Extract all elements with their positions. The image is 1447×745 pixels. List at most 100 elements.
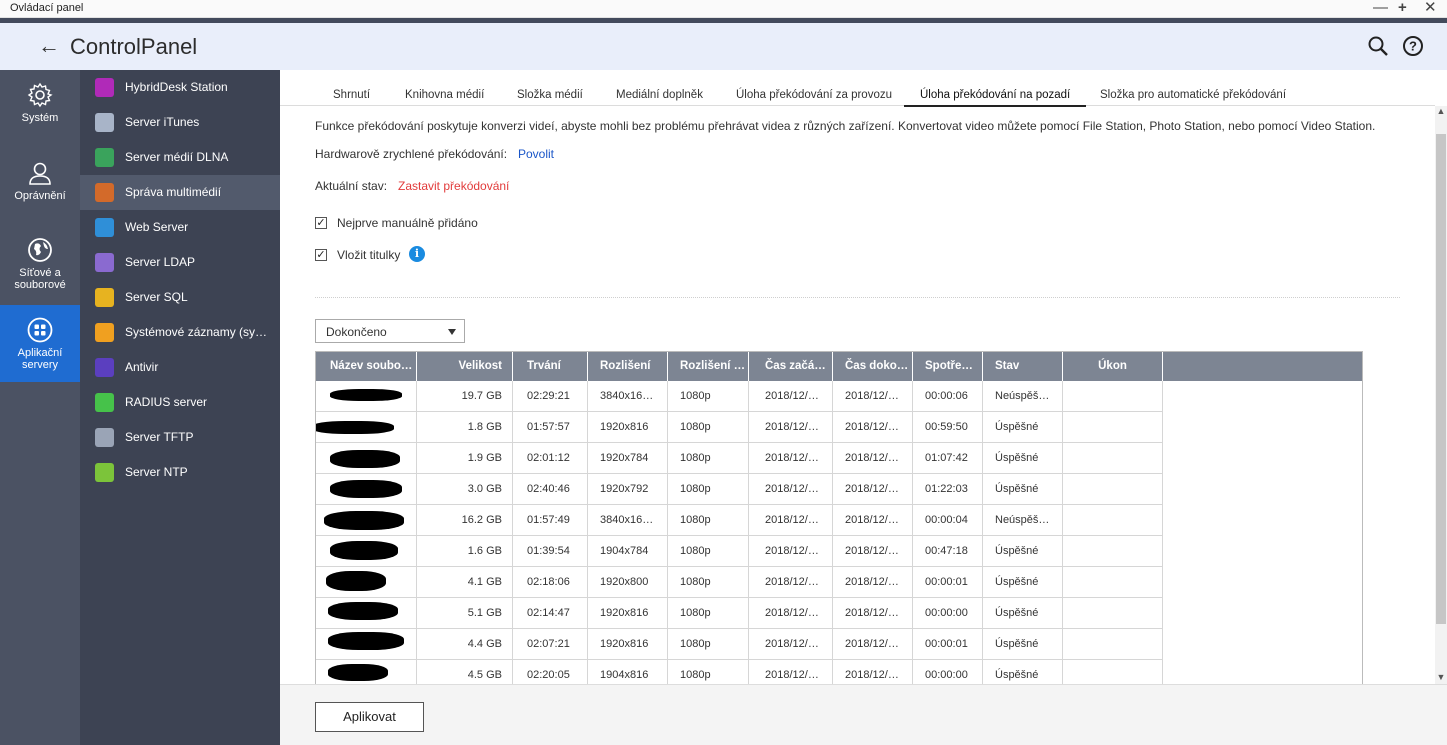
table-cell: 01:22:03 [913, 474, 983, 505]
sidebar-item-server-sql[interactable]: Server SQL [80, 280, 280, 315]
tab-live-transcoding[interactable]: Úloha překódování za provozu [736, 89, 892, 105]
column-header[interactable]: Spotře… [913, 352, 983, 381]
sidebar-item-server-medii-dlna[interactable]: Server médií DLNA [80, 140, 280, 175]
sidebar-item-antivir[interactable]: Antivir [80, 350, 280, 385]
table-cell: 01:57:49 [513, 505, 588, 536]
sidebar-item-hybriddesk-station[interactable]: HybridDesk Station [80, 70, 280, 105]
info-icon[interactable]: i [409, 246, 425, 262]
table-cell: Úspěšné [983, 598, 1063, 629]
sidebar-item-server-ldap[interactable]: Server LDAP [80, 245, 280, 280]
table-row[interactable]: 4.1 GB 02:18:06 1920x800 1080p 2018/12/… 2018… [316, 567, 1163, 598]
divider [315, 297, 1400, 298]
tab-media-library[interactable]: Knihovna médií [405, 89, 484, 105]
hw-accel-enable-link[interactable]: Povolit [518, 147, 554, 161]
table-cell [1063, 598, 1163, 629]
table-row[interactable]: 16.2 GB 01:57:49 3840x16… 1080p 2018/12/… 201… [316, 505, 1163, 536]
table-cell: Úspěšné [983, 474, 1063, 505]
table-cell: 00:00:00 [913, 660, 983, 684]
column-header[interactable]: Úkon [1063, 352, 1163, 381]
column-header[interactable]: Čas začá… [749, 352, 833, 381]
rail-item-network[interactable]: Síťové a souborové [0, 237, 80, 302]
rail-item-permissions[interactable]: Oprávnění [0, 160, 80, 220]
sidebar-item-radius-server[interactable]: RADIUS server [80, 385, 280, 420]
table-cell: 2018/12/… [833, 629, 913, 660]
embed-subtitles-checkbox[interactable]: ✓ [315, 249, 327, 261]
sidebar-item-label: Server SQL [125, 290, 188, 304]
tab-media-folder[interactable]: Složka médií [517, 89, 583, 105]
rail-item-system[interactable]: Systém [0, 82, 80, 142]
sidebar-item-label: Server NTP [125, 465, 188, 479]
table-cell: 1904x784 [588, 536, 668, 567]
help-icon[interactable]: ? [1402, 35, 1424, 57]
table-cell [1063, 567, 1163, 598]
redaction-mark [328, 602, 398, 620]
scrollbar[interactable]: ▲ ▼ [1435, 106, 1447, 684]
sidebar-item-sprava-multimedii[interactable]: Správa multimédií [80, 175, 280, 210]
sidebar-item-label: Antivir [125, 360, 159, 374]
sidebar-item-web-server[interactable]: Web Server [80, 210, 280, 245]
table-row[interactable]: 4.5 GB 02:20:05 1904x816 1080p 2018/12/… 2018… [316, 660, 1163, 684]
stop-transcoding-link[interactable]: Zastavit překódování [398, 179, 509, 193]
table-cell: 02:18:06 [513, 567, 588, 598]
table-row[interactable]: 19.7 GB 02:29:21 3840x16… 1080p 2018/12/… 201… [316, 381, 1163, 412]
sidebar-item-systemove-zaznamy-sy[interactable]: Systémové záznamy (sy… [80, 315, 280, 350]
rail-label: Oprávnění [14, 190, 66, 202]
sidebar-item-server-itunes[interactable]: Server iTunes [80, 105, 280, 140]
minimize-icon[interactable]: — [1373, 0, 1388, 15]
table-cell: 1.8 GB [417, 412, 513, 443]
table-row[interactable]: 1.6 GB 01:39:54 1904x784 1080p 2018/12/… 2018… [316, 536, 1163, 567]
sidebar-item-label: Web Server [125, 220, 189, 234]
scroll-up-icon[interactable]: ▲ [1435, 106, 1447, 116]
sidebar-item-label: Server médií DLNA [125, 150, 229, 164]
table-row[interactable]: 3.0 GB 02:40:46 1920x792 1080p 2018/12/… 2018… [316, 474, 1163, 505]
tab-media-addon[interactable]: Mediální doplněk [616, 89, 703, 105]
rail-item-app-servers[interactable]: Aplikační servery [0, 305, 80, 382]
redaction-mark [330, 389, 402, 401]
tab-background-transcoding[interactable]: Úloha překódování na pozadí [904, 89, 1087, 107]
table-cell: 00:00:04 [913, 505, 983, 536]
apply-button[interactable]: Aplikovat [315, 702, 424, 732]
column-header[interactable]: Velikost [417, 352, 513, 381]
sidebar-item-server-tftp[interactable]: Server TFTP [80, 420, 280, 455]
column-header[interactable]: Rozlišení [588, 352, 668, 381]
table-row[interactable]: 5.1 GB 02:14:47 1920x816 1080p 2018/12/… 2018… [316, 598, 1163, 629]
column-header[interactable]: Trvání [513, 352, 588, 381]
table-row[interactable]: 4.4 GB 02:07:21 1920x816 1080p 2018/12/… 2018… [316, 629, 1163, 660]
table-header: Název soubo… Velikost Trvání Rozlišení Rozli… [316, 352, 1362, 381]
antivir-icon [95, 358, 114, 377]
scroll-down-icon[interactable]: ▼ [1435, 672, 1447, 682]
table-cell: 1920x784 [588, 443, 668, 474]
redaction-mark [326, 571, 386, 591]
server-sql-icon [95, 288, 114, 307]
table-cell: 1080p [668, 567, 749, 598]
scrollbar-thumb[interactable] [1436, 134, 1446, 624]
sidebar-item-label: Server iTunes [125, 115, 200, 129]
table-cell: 2018/12/… [749, 412, 833, 443]
column-header[interactable]: Rozlišení … [668, 352, 749, 381]
table-cell: 2018/12/… [749, 536, 833, 567]
table-cell: 01:57:57 [513, 412, 588, 443]
column-header[interactable]: Název soubo… [316, 352, 417, 381]
tab-summary[interactable]: Shrnutí [333, 89, 370, 105]
table-cell [1063, 629, 1163, 660]
manual-first-checkbox[interactable]: ✓ [315, 217, 327, 229]
sidebar-item-server-ntp[interactable]: Server NTP [80, 455, 280, 490]
table-cell: 1080p [668, 474, 749, 505]
status-filter-select[interactable]: Dokončeno [315, 319, 465, 343]
maximize-icon[interactable]: + [1398, 0, 1407, 15]
table-cell: 1080p [668, 412, 749, 443]
apps-icon [27, 317, 53, 343]
app-header: ← ControlPanel ? [0, 18, 1447, 70]
tab-auto-transcoding-folder[interactable]: Složka pro automatické překódování [1100, 89, 1286, 105]
column-header[interactable]: Stav [983, 352, 1063, 381]
search-icon[interactable] [1367, 35, 1389, 57]
back-arrow-icon[interactable]: ← [38, 33, 60, 59]
redaction-mark [316, 421, 394, 434]
table-cell: 1080p [668, 598, 749, 629]
column-header[interactable]: Čas doko… [833, 352, 913, 381]
close-icon[interactable]: ✕ [1424, 0, 1437, 15]
table-row[interactable]: 1.9 GB 02:01:12 1920x784 1080p 2018/12/… 2018… [316, 443, 1163, 474]
table-cell: 00:00:00 [913, 598, 983, 629]
table-row[interactable]: 1.8 GB 01:57:57 1920x816 1080p 2018/12/… 2018… [316, 412, 1163, 443]
sidebar-item-label: Server LDAP [125, 255, 196, 269]
